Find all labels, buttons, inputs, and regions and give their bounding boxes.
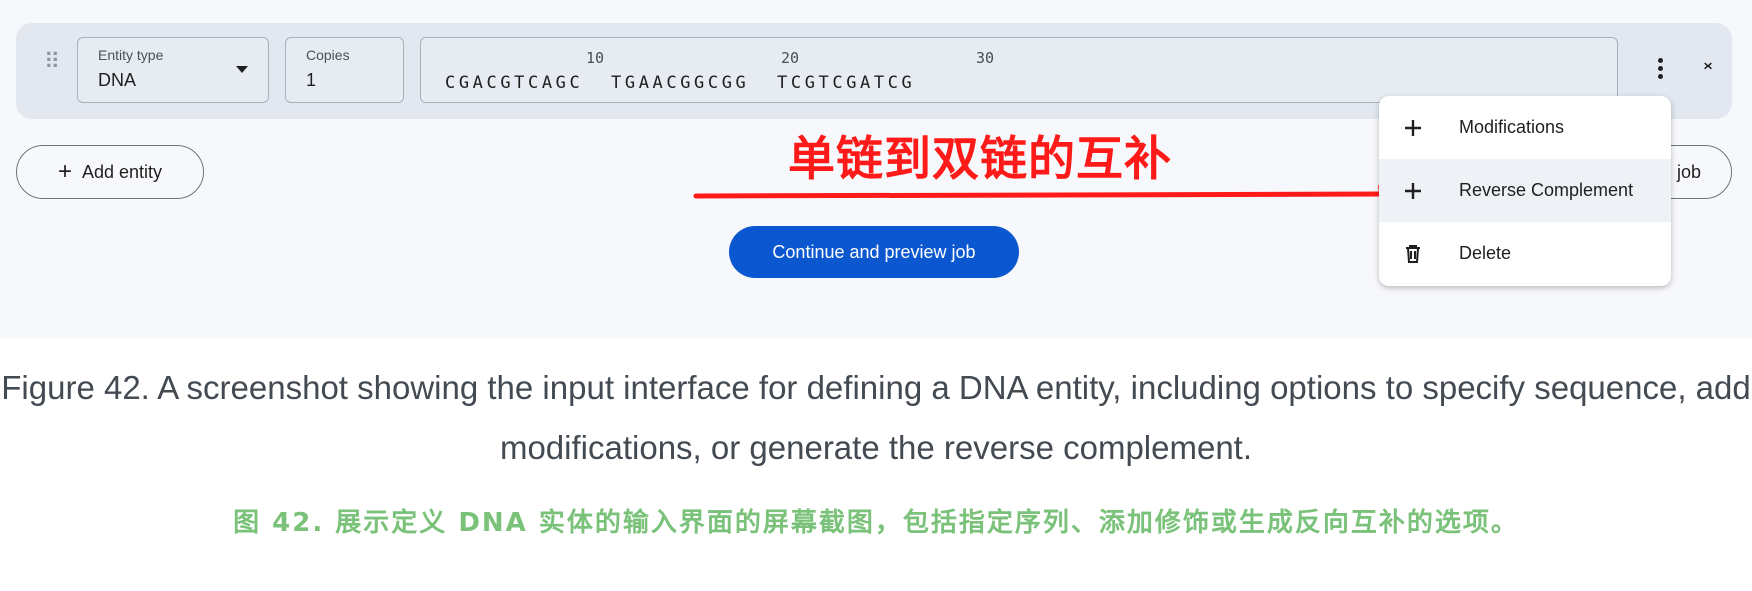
- ruler-tick: 20: [781, 49, 800, 67]
- copies-label: Copies: [306, 47, 350, 63]
- plus-icon: [1405, 182, 1421, 199]
- sequence-text: CGACGTCAGC TGAACGGCGG TCGTCGATCG: [445, 73, 916, 93]
- trash-icon: [1406, 244, 1420, 263]
- collapse-icon[interactable]: ⌄ ⌃: [1696, 52, 1720, 90]
- annotation-text: 单链到双链的互补: [788, 132, 1172, 187]
- menu-item-reverse-complement[interactable]: Reverse Complement: [1379, 159, 1671, 222]
- entity-type-select[interactable]: Entity type DNA: [77, 37, 269, 103]
- copies-value: 1: [306, 70, 317, 90]
- dropdown-arrow-icon: [236, 66, 248, 73]
- context-menu: Modifications Reverse Complement Delete: [1379, 96, 1671, 286]
- input-panel: ⠿ Entity type DNA Copies 1 10 20 30 CGAC…: [0, 0, 1752, 338]
- figure-caption-english: Figure 42. A screenshot showing the inpu…: [1, 369, 1751, 466]
- copies-field[interactable]: Copies 1: [285, 37, 404, 103]
- ruler-tick: 30: [976, 49, 995, 67]
- menu-item-label: Delete: [1459, 243, 1512, 263]
- plus-icon: [1405, 119, 1421, 136]
- menu-item-label: Modifications: [1459, 117, 1565, 137]
- continue-preview-button[interactable]: Continue and preview job: [729, 226, 1019, 278]
- annotation-arrow: [693, 185, 1402, 204]
- add-entity-label: Add entity: [81, 161, 163, 182]
- continue-label: Continue and preview job: [772, 241, 976, 262]
- menu-item-delete[interactable]: Delete: [1379, 222, 1671, 285]
- figure-caption-chinese: 图 42. 展示定义 DNA 实体的输入界面的屏幕截图，包括指定序列、添加修饰或…: [233, 508, 1519, 538]
- plus-icon: +: [57, 158, 72, 185]
- entity-type-label: Entity type: [98, 47, 164, 63]
- job-button-label: job: [1676, 162, 1701, 182]
- more-options-icon[interactable]: [1648, 56, 1672, 90]
- entity-type-value: DNA: [98, 70, 137, 90]
- menu-item-modifications[interactable]: Modifications: [1379, 96, 1671, 159]
- drag-handle-icon[interactable]: ⠿: [44, 51, 60, 73]
- add-entity-button[interactable]: + Add entity: [16, 145, 204, 199]
- sequence-field[interactable]: 10 20 30 CGACGTCAGC TGAACGGCGG TCGTCGATC…: [420, 37, 1618, 103]
- ruler-tick: 10: [586, 49, 605, 67]
- menu-item-label: Reverse Complement: [1459, 180, 1634, 200]
